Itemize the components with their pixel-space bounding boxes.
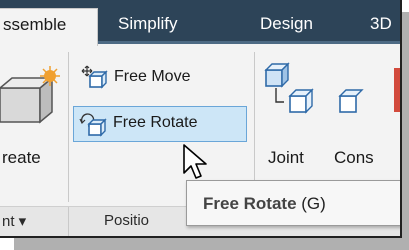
group-divider [68,207,69,236]
tab-design[interactable]: Design [260,8,313,42]
joint-label: Joint [268,148,304,167]
constrain-icon [338,68,400,113]
tab-simplify[interactable]: Simplify [118,8,178,42]
constrain-label: Cons [334,148,374,167]
tooltip-shortcut: (G) [301,194,326,213]
create-label: reate [2,148,41,167]
free-rotate-icon [79,113,107,137]
free-move-label: Free Move [114,68,191,85]
free-rotate-label: Free Rotate [113,114,198,131]
frame-shadow-bottom [14,236,409,250]
joint-icon [264,62,314,114]
ribbon-panel: ssemble Simplify Design 3D reate Free Mo… [0,0,402,238]
tab-assemble[interactable]: ssemble [0,8,98,46]
free-move-button[interactable]: Free Move [74,60,246,96]
tab-3d[interactable]: 3D [370,8,392,42]
tab-label: Simplify [118,14,178,33]
ribbon-tab-bar: ssemble Simplify Design 3D [0,0,400,46]
free-rotate-button[interactable]: Free Rotate [73,106,247,142]
tooltip-title: Free Rotate [203,194,297,213]
free-rotate-tooltip: Free Rotate (G) [186,180,400,226]
group-divider [68,52,69,202]
tab-label: 3D [370,14,392,33]
mouse-cursor-icon [183,144,207,179]
tab-label: ssemble [3,15,67,34]
tab-label: Design [260,14,313,33]
free-move-icon [81,65,108,89]
component-group-dropdown[interactable]: nt ▾ [2,212,26,230]
create-component-icon [0,66,60,124]
position-group-label: Positio [104,212,150,229]
create-component-button[interactable]: reate [0,52,60,202]
